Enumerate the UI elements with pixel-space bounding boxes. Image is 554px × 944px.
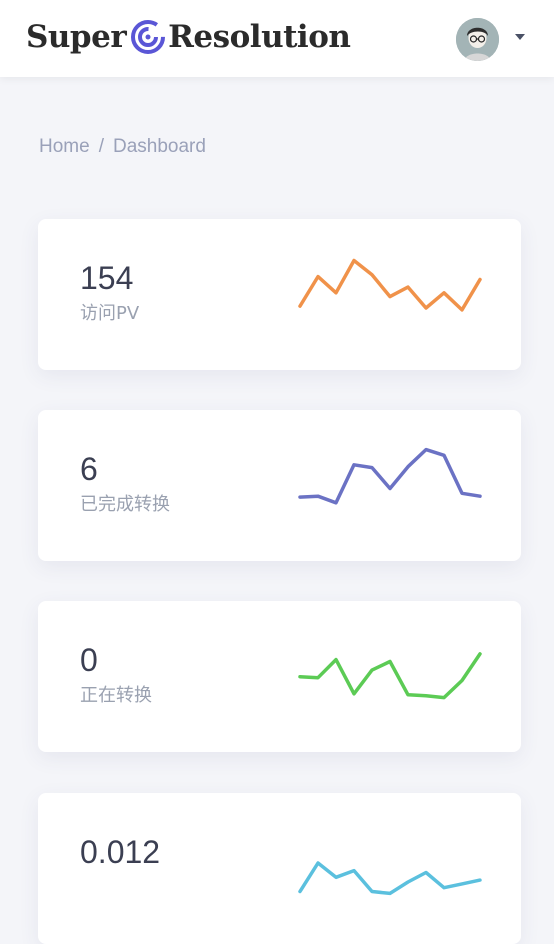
stat-card-rate: 0.012 bbox=[38, 793, 521, 944]
stat-label: 正在转换 bbox=[80, 685, 152, 706]
stat-value: 0.012 bbox=[80, 834, 161, 870]
breadcrumb-home[interactable]: Home bbox=[39, 136, 90, 157]
stat-card-pv: 154 访问PV bbox=[38, 219, 521, 370]
logo-text-right: Resolution bbox=[168, 19, 351, 55]
stat-card-converting: 0 正在转换 bbox=[38, 601, 521, 752]
sparkline-chart bbox=[298, 258, 482, 312]
breadcrumb-current: Dashboard bbox=[112, 136, 206, 157]
breadcrumb: Home / Dashboard bbox=[39, 136, 206, 158]
stat-label: 已完成转换 bbox=[80, 494, 170, 515]
sparkline-series bbox=[298, 258, 482, 312]
logo-text-left: Super bbox=[26, 19, 127, 55]
sparkline-series bbox=[298, 652, 482, 700]
stat-label: 访问PV bbox=[80, 303, 140, 324]
stat-value: 154 bbox=[80, 260, 134, 296]
top-header: Super Resolution bbox=[0, 0, 554, 77]
sparkline-series bbox=[298, 447, 482, 505]
breadcrumb-separator: / bbox=[98, 136, 104, 157]
user-avatar[interactable] bbox=[456, 18, 499, 61]
sparkline-chart bbox=[298, 447, 482, 505]
stat-value: 6 bbox=[80, 451, 98, 487]
user-menu-caret-icon[interactable] bbox=[515, 34, 525, 40]
avatar-illustration-icon bbox=[456, 18, 499, 61]
logo-spiral-icon bbox=[131, 20, 166, 54]
stat-value: 0 bbox=[80, 642, 98, 678]
sparkline-series bbox=[298, 861, 482, 896]
sparkline-chart bbox=[298, 652, 482, 700]
sparkline-chart bbox=[298, 861, 482, 896]
stat-card-completed: 6 已完成转换 bbox=[38, 410, 521, 561]
app-logo[interactable]: Super Resolution bbox=[26, 15, 351, 59]
